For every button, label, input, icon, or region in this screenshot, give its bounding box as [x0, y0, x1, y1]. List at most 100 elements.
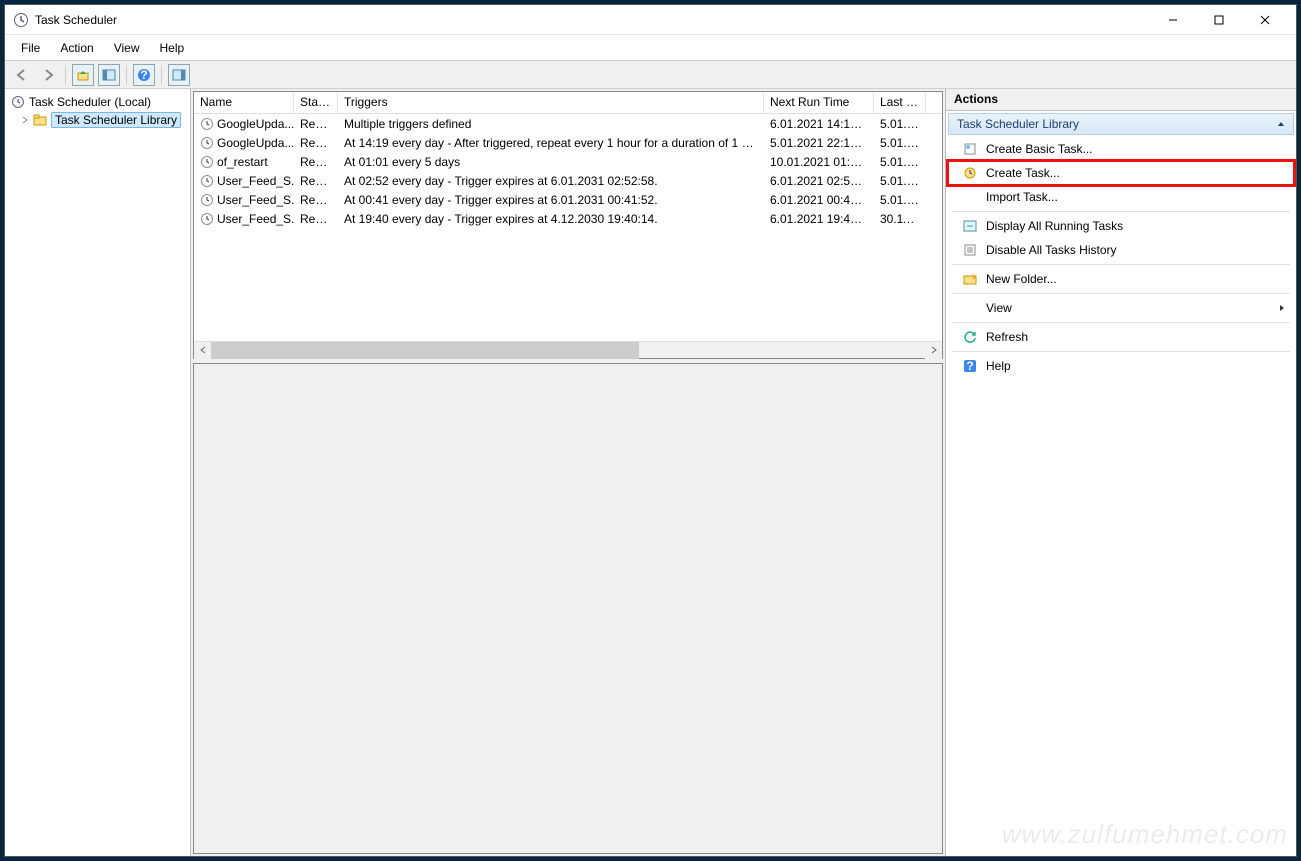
action-new-folder[interactable]: New Folder...: [948, 267, 1294, 291]
menu-view[interactable]: View: [106, 39, 148, 57]
action-label: New Folder...: [986, 272, 1057, 286]
task-name: User_Feed_S...: [217, 174, 294, 188]
separator: [952, 264, 1290, 265]
forward-button[interactable]: [37, 64, 59, 86]
tree-root-node[interactable]: Task Scheduler (Local): [7, 93, 188, 111]
show-hide-action-pane-button[interactable]: [168, 64, 190, 86]
clock-icon: [200, 174, 214, 188]
action-label: Disable All Tasks History: [986, 243, 1117, 257]
actions-section-header[interactable]: Task Scheduler Library: [948, 113, 1294, 135]
table-row[interactable]: User_Feed_S...ReadyAt 19:40 every day - …: [194, 209, 942, 228]
column-header-name[interactable]: Name: [194, 92, 294, 113]
tree-root-label: Task Scheduler (Local): [29, 95, 151, 109]
clock-icon: [200, 155, 214, 169]
task-last-run: 5.01.2021: [874, 116, 926, 132]
task-name: User_Feed_S...: [217, 212, 294, 226]
svg-text:?: ?: [966, 359, 973, 373]
action-disable-history[interactable]: Disable All Tasks History: [948, 238, 1294, 262]
app-window: Task Scheduler File Action View Help ?: [4, 4, 1297, 857]
menubar: File Action View Help: [5, 35, 1296, 61]
wizard-icon: [962, 141, 978, 157]
task-status: Ready: [294, 135, 338, 151]
table-row[interactable]: User_Feed_S...ReadyAt 00:41 every day - …: [194, 190, 942, 209]
task-status: Ready: [294, 192, 338, 208]
task-last-run: 5.01.2021: [874, 192, 926, 208]
menu-help[interactable]: Help: [152, 39, 193, 57]
back-button[interactable]: [11, 64, 33, 86]
action-label: Import Task...: [986, 190, 1058, 204]
task-triggers: At 01:01 every 5 days: [338, 154, 764, 170]
collapse-icon: [1277, 120, 1285, 128]
menu-file[interactable]: File: [13, 39, 48, 57]
tree-library-node[interactable]: Task Scheduler Library: [7, 111, 188, 129]
action-label: Create Task...: [986, 166, 1060, 180]
toolbar: ?: [5, 61, 1296, 89]
task-status: Ready: [294, 173, 338, 189]
scroll-right-arrow[interactable]: [925, 342, 942, 359]
maximize-button[interactable]: [1196, 5, 1242, 35]
action-refresh[interactable]: Refresh: [948, 325, 1294, 349]
column-header-triggers[interactable]: Triggers: [338, 92, 764, 113]
action-label: View: [986, 301, 1012, 315]
task-next-run: 5.01.2021 22:19:31: [764, 135, 874, 151]
action-label: Refresh: [986, 330, 1028, 344]
running-tasks-icon: [962, 218, 978, 234]
body: Task Scheduler (Local) Task Scheduler Li…: [5, 89, 1296, 856]
task-last-run: 5.01.2021: [874, 173, 926, 189]
task-triggers: At 00:41 every day - Trigger expires at …: [338, 192, 764, 208]
tree-library-label: Task Scheduler Library: [51, 112, 181, 128]
column-header-status[interactable]: Status: [294, 92, 338, 113]
horizontal-scrollbar[interactable]: [194, 341, 942, 358]
window-controls: [1150, 5, 1288, 35]
table-row[interactable]: User_Feed_S...ReadyAt 02:52 every day - …: [194, 171, 942, 190]
toolbar-separator: [126, 65, 127, 85]
actions-section-label: Task Scheduler Library: [957, 117, 1079, 131]
chevron-right-icon: [21, 116, 29, 124]
scroll-left-arrow[interactable]: [194, 342, 211, 359]
titlebar: Task Scheduler: [5, 5, 1296, 35]
tree-pane: Task Scheduler (Local) Task Scheduler Li…: [5, 89, 191, 856]
task-triggers: At 19:40 every day - Trigger expires at …: [338, 211, 764, 227]
task-last-run: 5.01.2021: [874, 135, 926, 151]
action-create-task[interactable]: Create Task...: [948, 161, 1294, 185]
task-status: Ready: [294, 211, 338, 227]
action-view[interactable]: View: [948, 296, 1294, 320]
task-status: Ready: [294, 154, 338, 170]
action-create-basic-task[interactable]: Create Basic Task...: [948, 137, 1294, 161]
action-display-running-tasks[interactable]: Display All Running Tasks: [948, 214, 1294, 238]
task-triggers: At 14:19 every day - After triggered, re…: [338, 135, 764, 151]
history-icon: [962, 242, 978, 258]
action-label: Create Basic Task...: [986, 142, 1093, 156]
column-header-last-run[interactable]: Last Run: [874, 92, 926, 113]
help-button[interactable]: ?: [133, 64, 155, 86]
menu-action[interactable]: Action: [52, 39, 101, 57]
actions-pane-title: Actions: [946, 89, 1296, 111]
task-triggers: At 02:52 every day - Trigger expires at …: [338, 173, 764, 189]
task-icon: [962, 165, 978, 181]
actions-pane: Actions Task Scheduler Library Create Ba…: [946, 89, 1296, 856]
new-folder-icon: [962, 271, 978, 287]
clock-icon: [200, 193, 214, 207]
show-hide-console-tree-button[interactable]: [98, 64, 120, 86]
app-icon: [13, 12, 29, 28]
scroll-track[interactable]: [211, 342, 925, 359]
scroll-thumb[interactable]: [211, 342, 639, 359]
window-title: Task Scheduler: [35, 13, 117, 27]
action-help[interactable]: ? Help: [948, 354, 1294, 378]
separator: [952, 211, 1290, 212]
minimize-button[interactable]: [1150, 5, 1196, 35]
table-row[interactable]: GoogleUpda...ReadyAt 14:19 every day - A…: [194, 133, 942, 152]
action-label: Help: [986, 359, 1011, 373]
up-folder-button[interactable]: [72, 64, 94, 86]
task-list: Name Status Triggers Next Run Time Last …: [193, 91, 943, 359]
table-row[interactable]: of_restartReadyAt 01:01 every 5 days10.0…: [194, 152, 942, 171]
table-row[interactable]: GoogleUpda...ReadyMultiple triggers defi…: [194, 114, 942, 133]
clock-icon: [200, 212, 214, 226]
column-header-next-run[interactable]: Next Run Time: [764, 92, 874, 113]
clock-icon: [200, 117, 214, 131]
task-last-run: 5.01.2021: [874, 154, 926, 170]
task-next-run: 6.01.2021 14:19:31: [764, 116, 874, 132]
action-import-task[interactable]: Import Task...: [948, 185, 1294, 209]
task-list-header: Name Status Triggers Next Run Time Last …: [194, 92, 942, 114]
close-button[interactable]: [1242, 5, 1288, 35]
